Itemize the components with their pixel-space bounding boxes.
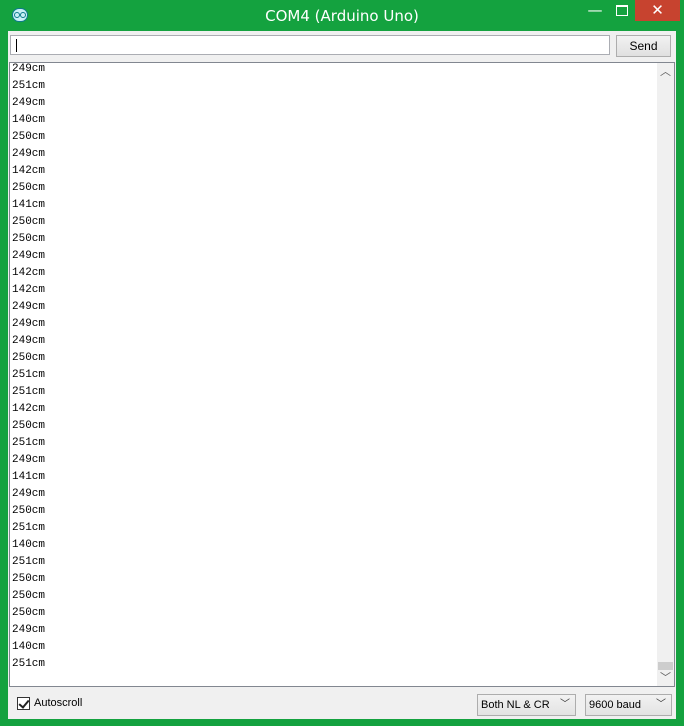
output-line: 250cm <box>12 216 46 228</box>
close-button[interactable]: ✕ <box>635 0 680 21</box>
output-line: 250cm <box>12 590 46 602</box>
output-line: 249cm <box>12 301 46 313</box>
maximize-button[interactable] <box>609 0 635 21</box>
serial-monitor-body: Send 249cm 251cm 249cm 140cm 250cm 249cm 142cm… <box>8 31 676 719</box>
output-line: 249cm <box>12 63 46 75</box>
baud-rate-select[interactable]: 9600 baud ﹀ <box>585 694 672 716</box>
output-line: 141cm <box>12 471 46 483</box>
output-line: 142cm <box>12 284 46 296</box>
output-line: 251cm <box>12 658 46 670</box>
autoscroll-label: Autoscroll <box>34 697 83 709</box>
bottom-toolbar: Autoscroll Both NL & CR ﹀ 9600 baud ﹀ <box>8 689 676 719</box>
scroll-up-icon[interactable]: ︿ <box>657 63 674 80</box>
output-line: 250cm <box>12 182 46 194</box>
line-ending-value: Both NL & CR <box>481 699 550 711</box>
chevron-down-icon: ﹀ <box>656 699 666 710</box>
title-bar[interactable]: COM4 (Arduino Uno) — ✕ <box>0 0 684 31</box>
output-line: 250cm <box>12 505 46 517</box>
output-line: 249cm <box>12 250 46 262</box>
vertical-scrollbar[interactable]: ︿ ﹀ <box>657 63 674 686</box>
send-button[interactable]: Send <box>616 35 671 57</box>
minimize-button[interactable]: — <box>582 0 608 21</box>
output-line: 250cm <box>12 233 46 245</box>
output-line: 251cm <box>12 522 46 534</box>
line-ending-select[interactable]: Both NL & CR ﹀ <box>477 694 576 716</box>
text-caret <box>16 39 17 52</box>
output-line: 251cm <box>12 369 46 381</box>
scroll-down-icon[interactable]: ﹀ <box>657 669 674 686</box>
output-line: 249cm <box>12 148 46 160</box>
serial-monitor-window: COM4 (Arduino Uno) — ✕ Send 249cm 251cm 24… <box>0 0 684 726</box>
output-line: 142cm <box>12 267 46 279</box>
output-line: 251cm <box>12 437 46 449</box>
output-line: 142cm <box>12 403 46 415</box>
output-line: 249cm <box>12 335 46 347</box>
output-line: 140cm <box>12 641 46 653</box>
output-line: 251cm <box>12 386 46 398</box>
autoscroll-checkbox[interactable] <box>17 697 30 710</box>
output-line: 249cm <box>12 318 46 330</box>
output-line: 141cm <box>12 199 46 211</box>
serial-output-area[interactable]: 249cm 251cm 249cm 140cm 250cm 249cm 142cm 250cm… <box>9 62 675 687</box>
output-line: 250cm <box>12 573 46 585</box>
output-line: 142cm <box>12 165 46 177</box>
chevron-down-icon: ﹀ <box>560 699 570 710</box>
output-lines: 249cm 251cm 249cm 140cm 250cm 249cm 142cm 250cm… <box>12 63 45 675</box>
output-line: 250cm <box>12 352 46 364</box>
output-line: 250cm <box>12 420 46 432</box>
output-line: 249cm <box>12 624 46 636</box>
maximize-icon <box>616 5 628 16</box>
output-line: 249cm <box>12 97 46 109</box>
output-line: 249cm <box>12 488 46 500</box>
output-line: 140cm <box>12 114 46 126</box>
output-line: 251cm <box>12 80 46 92</box>
serial-input-field[interactable] <box>10 35 610 55</box>
baud-rate-value: 9600 baud <box>589 699 641 711</box>
output-line: 140cm <box>12 539 46 551</box>
output-line: 249cm <box>12 454 46 466</box>
output-line: 251cm <box>12 556 46 568</box>
output-line: 250cm <box>12 607 46 619</box>
output-line: 250cm <box>12 131 46 143</box>
